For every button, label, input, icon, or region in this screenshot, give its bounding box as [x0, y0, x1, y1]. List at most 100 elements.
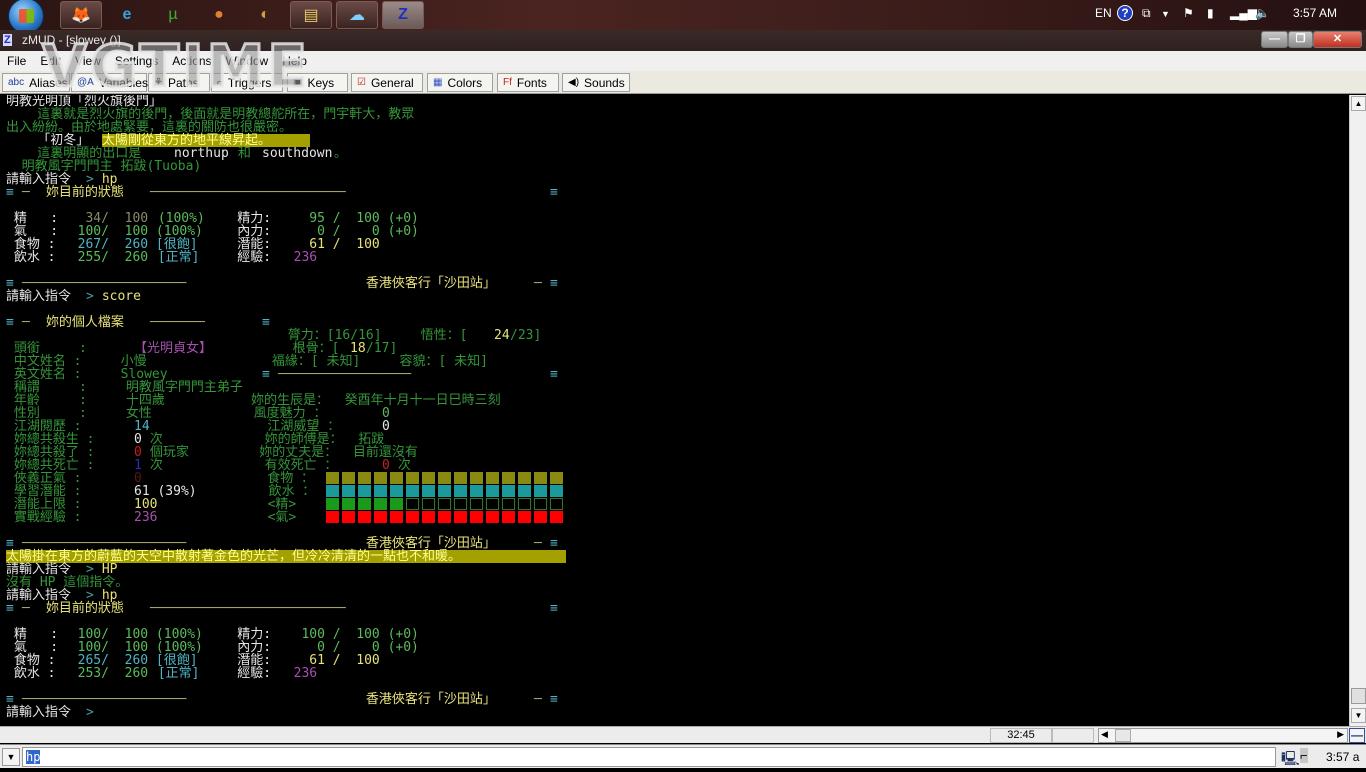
scroll-right-button[interactable]: ▶	[1337, 729, 1344, 740]
flag-icon[interactable]: ⚑	[1183, 6, 1194, 20]
scroll-down-button[interactable]: ▼	[1351, 708, 1366, 723]
signal-icon[interactable]: ▂▄▆	[1230, 6, 1257, 20]
terminal-text: ≡	[550, 367, 558, 382]
general-label: General	[370, 75, 414, 90]
keys-icon: ▣	[293, 77, 303, 88]
bar-segment-empty	[406, 498, 419, 510]
gun-icon[interactable]: ⌐	[1300, 748, 1308, 763]
horizontal-scrollbar[interactable]: ◀ ▶	[1098, 728, 1348, 743]
terminal-text: ≡	[6, 185, 14, 200]
command-input[interactable]: hp	[22, 747, 1276, 767]
volume-icon[interactable]: 🔈	[1255, 6, 1270, 20]
window-title: zMUD - [slowey ()]	[22, 33, 121, 47]
terminal-line: 明教風字門門主 拓跋(Tuoba)	[6, 160, 1336, 173]
menu-actions[interactable]: Actions	[172, 54, 211, 68]
media-player-icon[interactable]: ●	[198, 1, 240, 29]
minimize-button[interactable]: —	[1261, 31, 1288, 48]
menu-help[interactable]: Help	[282, 54, 307, 68]
bar-segment-filled	[326, 498, 339, 510]
bar-segment-filled	[454, 472, 467, 484]
bar-segment-filled	[470, 472, 483, 484]
help-icon[interactable]: ?	[1117, 5, 1133, 21]
utorrent-icon[interactable]: µ	[152, 1, 194, 29]
terminal-output[interactable]: 明教光明頂「烈火旗後門」 這裏就是烈火旗的後門，後面就是明教總舵所在，門宇軒大，…	[0, 95, 1349, 725]
power-icon[interactable]: ▮	[1207, 6, 1214, 20]
bar-segment-filled	[438, 511, 451, 523]
bar-segment-empty	[502, 498, 515, 510]
triggers-button[interactable]: ⌐ Triggers	[211, 73, 283, 92]
bar-segment-filled	[406, 472, 419, 484]
bar-segment-filled	[390, 485, 403, 497]
menu-window[interactable]: Window	[226, 54, 269, 68]
menu-bar: File Edit View Settings Actions Window H…	[0, 51, 1366, 71]
terminal-line: 請輸入指令 >	[6, 706, 1336, 719]
bar-segment-filled	[486, 485, 499, 497]
terminal-text: 次	[390, 458, 411, 473]
menu-file[interactable]: File	[7, 54, 26, 68]
variables-button[interactable]: @A Variables	[71, 73, 148, 92]
vertical-scrollbar[interactable]: ▲ ▼	[1349, 95, 1366, 726]
sounds-button[interactable]: ◀) Sounds	[562, 73, 630, 92]
zmud-icon[interactable]: Z	[382, 1, 424, 29]
menu-settings[interactable]: Settings	[115, 54, 158, 68]
maximize-button[interactable]: ❐	[1288, 31, 1313, 48]
terminal-line: 飲水 : 253/ 260 [正常] 經驗: 236	[6, 667, 1336, 680]
general-button[interactable]: ☑ General	[351, 73, 423, 92]
terminal-text: ─────────────────────	[22, 276, 187, 291]
scroll-thumb[interactable]	[1351, 688, 1366, 704]
language-indicator[interactable]: EN	[1095, 6, 1112, 20]
terminal-text: ─	[534, 692, 542, 707]
terminal-text: 妳目前的狀態	[38, 185, 132, 200]
scroll-up-button[interactable]: ▲	[1351, 96, 1366, 111]
scroll-left-button[interactable]: ◀	[1101, 729, 1108, 740]
terminal-text: 和	[230, 146, 259, 161]
bar-segment-filled	[342, 498, 355, 510]
command-input-value: hp	[26, 750, 41, 764]
terminal-text: >	[86, 289, 94, 304]
colors-button[interactable]: ▦ Colors	[427, 73, 493, 92]
bar-segment-filled	[390, 498, 403, 510]
file-explorer-icon[interactable]: ▤	[290, 1, 332, 29]
sounds-label: Sounds	[584, 75, 625, 90]
bar-segment-filled	[422, 485, 435, 497]
bar-segment-filled	[406, 485, 419, 497]
bar-segment-filled	[534, 511, 547, 523]
terminal-text: ≡	[550, 536, 558, 551]
firefox-icon[interactable]: 🦊	[60, 1, 102, 29]
paths-button[interactable]: ⚘ Paths	[148, 73, 210, 92]
terminal-text: 請輸入指令	[6, 289, 72, 304]
computer-icon[interactable]: 🖳	[1281, 748, 1300, 772]
chevron-down-icon[interactable]: ▼	[1161, 9, 1170, 19]
terminal-text: 經驗:	[206, 250, 272, 265]
terminal-text: 經驗:	[206, 666, 272, 681]
terminal-text: ≡	[262, 367, 270, 382]
menu-view[interactable]: View	[75, 54, 101, 68]
start-button[interactable]	[8, 0, 44, 34]
menu-edit[interactable]: Edit	[40, 54, 61, 68]
fonts-button[interactable]: Ff Fonts	[497, 73, 559, 92]
restore-icon[interactable]: ⧉	[1142, 6, 1151, 21]
status-bar-0	[326, 472, 563, 485]
app-icon[interactable]: ◐	[244, 1, 286, 29]
bar-segment-filled	[374, 511, 387, 523]
taskbar: 🦊 e µ ● ◐ ▤ ☁ Z EN ? ⧉ ▼ ⚑ ▮ ▂▄▆ 🔈 3:57 …	[0, 0, 1366, 34]
keys-button[interactable]: ▣ Keys	[287, 73, 348, 92]
bar-segment-filled	[438, 485, 451, 497]
close-button[interactable]: ✕	[1313, 31, 1362, 48]
network-app-icon[interactable]: ☁	[336, 1, 378, 29]
bar-segment-empty	[454, 498, 467, 510]
paths-label: Paths	[167, 75, 199, 90]
internet-explorer-icon[interactable]: e	[106, 1, 148, 29]
hscroll-thumb[interactable]	[1115, 729, 1131, 742]
aliases-button[interactable]: abc Aliases	[2, 73, 70, 92]
bar-segment-filled	[518, 485, 531, 497]
clock[interactable]: 3:57 AM	[1293, 6, 1337, 20]
bar-segment-filled	[454, 485, 467, 497]
collapse-button[interactable]: —	[1349, 728, 1365, 743]
bar-segment-filled	[502, 511, 515, 523]
terminal-line: ≡ ───────────────────── 香港俠客行「沙田站」 ─ ≡	[6, 277, 1336, 290]
history-dropdown-button[interactable]: ▼	[2, 748, 20, 766]
triggers-label: Triggers	[227, 75, 272, 90]
